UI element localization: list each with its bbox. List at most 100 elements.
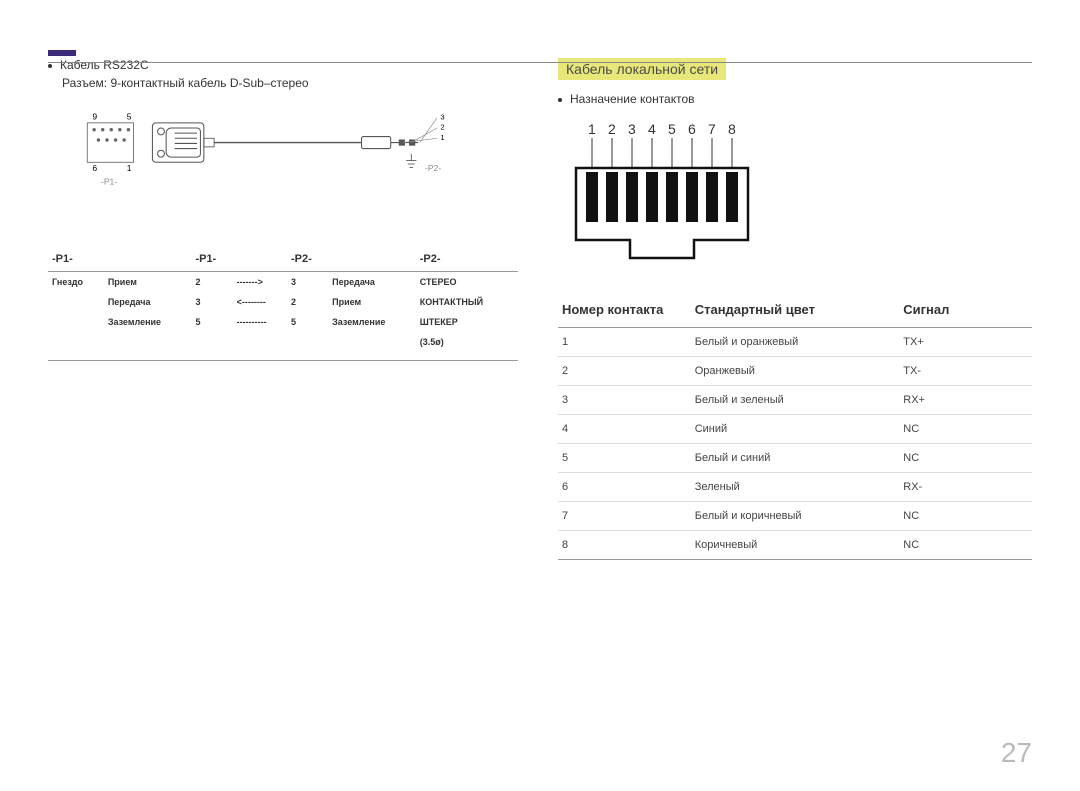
bullet-icon [48, 64, 52, 68]
t2-cell: 6 [558, 473, 691, 502]
t1-cell: Передача [328, 272, 416, 293]
svg-text:8: 8 [728, 121, 736, 137]
t2-cell: Коричневый [691, 531, 900, 560]
t2-cell: 8 [558, 531, 691, 560]
t2-cell: NC [899, 415, 1032, 444]
svg-text:1: 1 [588, 121, 596, 137]
bullet-icon [558, 98, 562, 102]
table-row: (3.5ø) [48, 332, 518, 352]
table-row: Гнездо Прием 2 -------> 3 Передача СТЕРЕ… [48, 272, 518, 293]
t1-cell: 2 [191, 272, 232, 293]
page-number: 27 [1001, 737, 1032, 769]
t2-cell: NC [899, 531, 1032, 560]
t1-cell: Гнездо [48, 272, 104, 293]
table-row: 4СинийNC [558, 415, 1032, 444]
t1-h4: -P2- [416, 247, 518, 272]
t2-cell: Белый и коричневый [691, 502, 900, 531]
t1-cell: ШТЕКЕР [416, 312, 518, 332]
t1-cell: 2 [287, 292, 328, 312]
stereo-pin-2: 2 [440, 123, 444, 132]
table-row: 2ОранжевыйTX- [558, 357, 1032, 386]
t2-cell: TX+ [899, 328, 1032, 357]
t1-cell: Заземление [104, 312, 192, 332]
table-row: 1Белый и оранжевыйTX+ [558, 328, 1032, 357]
t1-cell: 3 [287, 272, 328, 293]
t1-body: Гнездо Прием 2 -------> 3 Передача СТЕРЕ… [48, 272, 518, 353]
t2-cell: 4 [558, 415, 691, 444]
t1-cell: 5 [191, 312, 232, 332]
t2-cell: Синий [691, 415, 900, 444]
t2-h2: Стандартный цвет [691, 294, 900, 328]
svg-text:5: 5 [668, 121, 676, 137]
t2-cell: Белый и зеленый [691, 386, 900, 415]
t1-cell [48, 292, 104, 312]
t2-cell: 2 [558, 357, 691, 386]
p1-diagram-label: -P1- [101, 177, 117, 187]
t1-cell [48, 312, 104, 332]
pin5: 5 [127, 111, 132, 121]
header-rule [48, 62, 1032, 63]
svg-text:6: 6 [688, 121, 696, 137]
t1-cell: КОНТАКТНЫЙ [416, 292, 518, 312]
rs232c-bullet: Кабель RS232C [48, 58, 518, 72]
t1-h2: -P1- [191, 247, 232, 272]
svg-text:3: 3 [628, 121, 636, 137]
t1-cell: 5 [287, 312, 328, 332]
t2-cell: RX+ [899, 386, 1032, 415]
lan-tbody: 1Белый и оранжевыйTX+2ОранжевыйTX-3Белый… [558, 328, 1032, 560]
t2-cell: 7 [558, 502, 691, 531]
t1-cell: <-------- [233, 292, 287, 312]
rj45-diagram: 1234 5678 [558, 116, 788, 276]
svg-text:2: 2 [608, 121, 616, 137]
t1-h3: -P2- [287, 247, 328, 272]
t2-cell: Белый и оранжевый [691, 328, 900, 357]
t1-cell: (3.5ø) [416, 332, 518, 352]
t2-cell: Зеленый [691, 473, 900, 502]
lan-bullet-text: Назначение контактов [570, 92, 695, 106]
t1-cell: ---------- [233, 312, 287, 332]
rs232c-table-wrap: -P1- -P1- -P2- -P2- Гнездо Прием 2 -----… [48, 247, 518, 361]
stereo-pin-3: 3 [440, 112, 444, 121]
table-row: 6ЗеленыйRX- [558, 473, 1032, 502]
t2-h3: Сигнал [899, 294, 1032, 328]
table-row: 8КоричневыйNC [558, 531, 1032, 560]
table-row: Заземление 5 ---------- 5 Заземление ШТЕ… [48, 312, 518, 332]
lan-bullet: Назначение контактов [558, 92, 1032, 106]
left-column: Кабель RS232C Разъем: 9-контактный кабел… [48, 58, 518, 560]
rs232c-table: -P1- -P1- -P2- -P2- Гнездо Прием 2 -----… [48, 247, 518, 352]
pin9: 9 [92, 111, 97, 121]
t2-cell: RX- [899, 473, 1032, 502]
pin1: 1 [127, 163, 132, 173]
table-row: 7Белый и коричневыйNC [558, 502, 1032, 531]
t2-cell: 1 [558, 328, 691, 357]
svg-text:4: 4 [648, 121, 656, 137]
svg-text:7: 7 [708, 121, 716, 137]
t2-cell: 3 [558, 386, 691, 415]
t2-cell: Белый и синий [691, 444, 900, 473]
pin6: 6 [92, 163, 97, 173]
t1-cell: 3 [191, 292, 232, 312]
table-row: 3Белый и зеленыйRX+ [558, 386, 1032, 415]
t2-h1: Номер контакта [558, 294, 691, 328]
lan-table: Номер контакта Стандартный цвет Сигнал 1… [558, 294, 1032, 560]
right-column: Кабель локальной сети Назначение контакт… [558, 58, 1032, 560]
header-accent [48, 50, 76, 56]
t1-cell: Передача [104, 292, 192, 312]
t1-cell: Заземление [328, 312, 416, 332]
t1-cell: Прием [104, 272, 192, 293]
table-row: 5Белый и синийNC [558, 444, 1032, 473]
rs232c-diagram: 9 5 6 1 -P1- [48, 104, 518, 229]
table-row: Передача 3 <-------- 2 Прием КОНТАКТНЫЙ [48, 292, 518, 312]
t2-cell: NC [899, 444, 1032, 473]
t1-cell: СТЕРЕО [416, 272, 518, 293]
p2-diagram-label: -P2- [425, 163, 441, 173]
stereo-pin-1: 1 [440, 133, 444, 142]
rs232c-svg: 9 5 6 1 -P1- [48, 104, 478, 224]
t1-h1: -P1- [48, 247, 104, 272]
t2-cell: 5 [558, 444, 691, 473]
page-content: Кабель RS232C Разъем: 9-контактный кабел… [0, 28, 1080, 560]
rj45-pin-numbers: 1234 5678 [588, 121, 736, 137]
t1-cell: -------> [233, 272, 287, 293]
t2-cell: Оранжевый [691, 357, 900, 386]
t1-cell: Прием [328, 292, 416, 312]
